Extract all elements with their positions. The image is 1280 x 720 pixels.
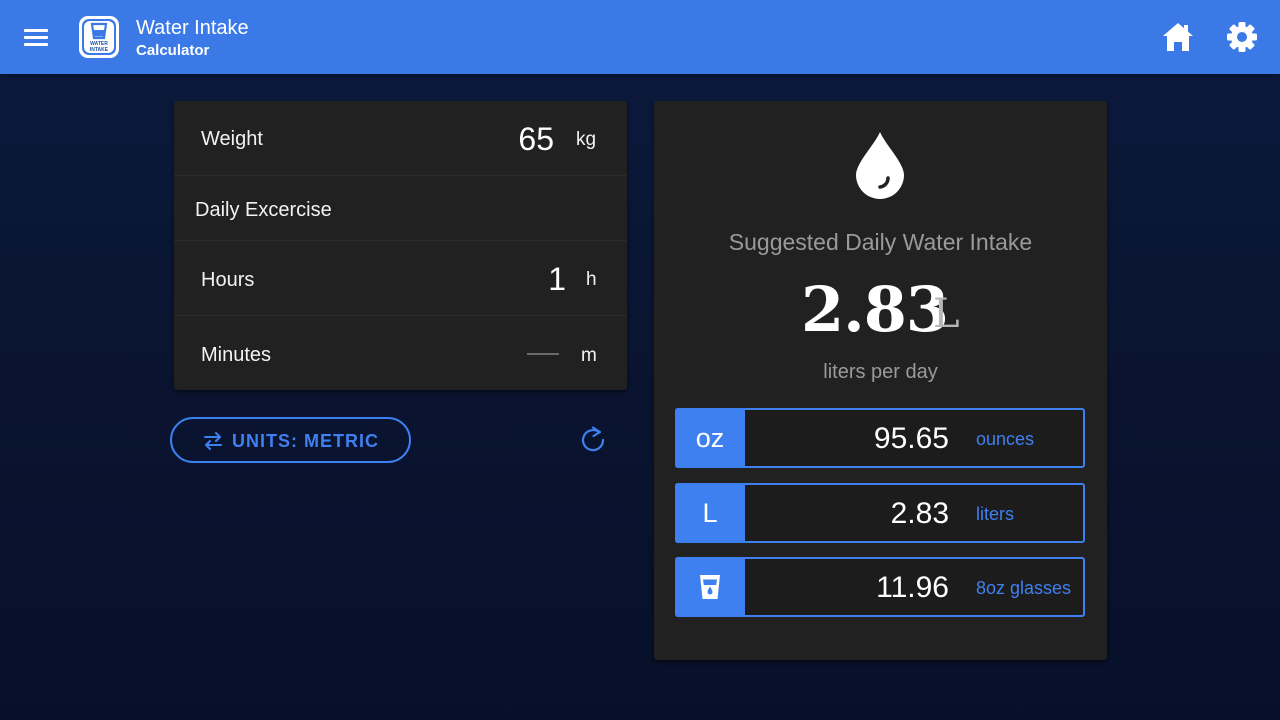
app-bar: WATER INTAKE Water Intake Calculator [0, 0, 1280, 74]
gear-icon[interactable] [1224, 19, 1260, 55]
exercise-header: Daily Excercise [195, 199, 332, 221]
minutes-input-underline[interactable] [527, 353, 559, 355]
glasses-unit: 8oz glasses [976, 578, 1072, 598]
conversion-badge: L [675, 483, 745, 543]
conversion-glasses: 11.96 8oz glasses [675, 557, 1085, 617]
menu-icon-bar [24, 43, 48, 46]
intake-unit: L [933, 291, 960, 337]
app-subtitle: Calculator [136, 42, 210, 59]
hours-label: Hours [201, 269, 255, 291]
ounces-unit: ounces [976, 429, 1035, 449]
weight-input[interactable]: 65 [474, 121, 554, 158]
menu-icon-bar [24, 36, 48, 39]
glass-icon [700, 575, 720, 599]
liters-unit: liters [976, 504, 1015, 524]
hours-input[interactable]: 1 [484, 261, 566, 298]
result-card: Suggested Daily Water Intake 2.83 L lite… [654, 101, 1107, 660]
water-drop-icon [856, 132, 904, 199]
logo-text-2: INTAKE [90, 47, 109, 53]
ounces-badge-label: oz [695, 423, 725, 453]
result-title: Suggested Daily Water Intake [728, 229, 1033, 255]
units-toggle-button[interactable]: UNITS: METRIC [170, 417, 411, 463]
menu-button[interactable] [22, 25, 52, 49]
exercise-header-row: Daily Excercise [174, 176, 627, 241]
conversion-ounces: oz 95.65 ounces [675, 408, 1085, 468]
liters-value: 2.83 [890, 497, 949, 530]
conversion-badge [675, 557, 745, 617]
menu-icon-bar [24, 29, 48, 32]
weight-unit: kg [576, 129, 597, 150]
app-logo-icon: WATER INTAKE [79, 16, 119, 58]
app-title: Water Intake [136, 17, 249, 39]
glasses-value: 11.96 [876, 571, 949, 604]
conversion-liters: L 2.83 liters [675, 483, 1085, 543]
weight-row[interactable]: Weight 65 kg [174, 101, 627, 176]
hours-row[interactable]: Hours 1 h [174, 241, 627, 316]
minutes-label: Minutes [201, 344, 272, 366]
minutes-unit: m [581, 345, 597, 366]
units-toggle-label: UNITS: METRIC [232, 431, 379, 451]
home-icon[interactable] [1160, 20, 1196, 54]
ounces-value: 95.65 [873, 422, 949, 455]
conversion-badge: oz [675, 408, 745, 468]
swap-icon [204, 432, 222, 450]
refresh-icon[interactable] [578, 425, 608, 455]
minutes-row[interactable]: Minutes m [174, 316, 627, 390]
input-card: Weight 65 kg Daily Excercise Hours 1 h M… [174, 101, 627, 390]
weight-label: Weight [201, 128, 263, 150]
liters-badge-label: L [702, 498, 718, 528]
hours-unit: h [586, 269, 597, 290]
intake-value: 2.83 [801, 273, 949, 346]
intake-subtitle: liters per day [823, 361, 938, 383]
